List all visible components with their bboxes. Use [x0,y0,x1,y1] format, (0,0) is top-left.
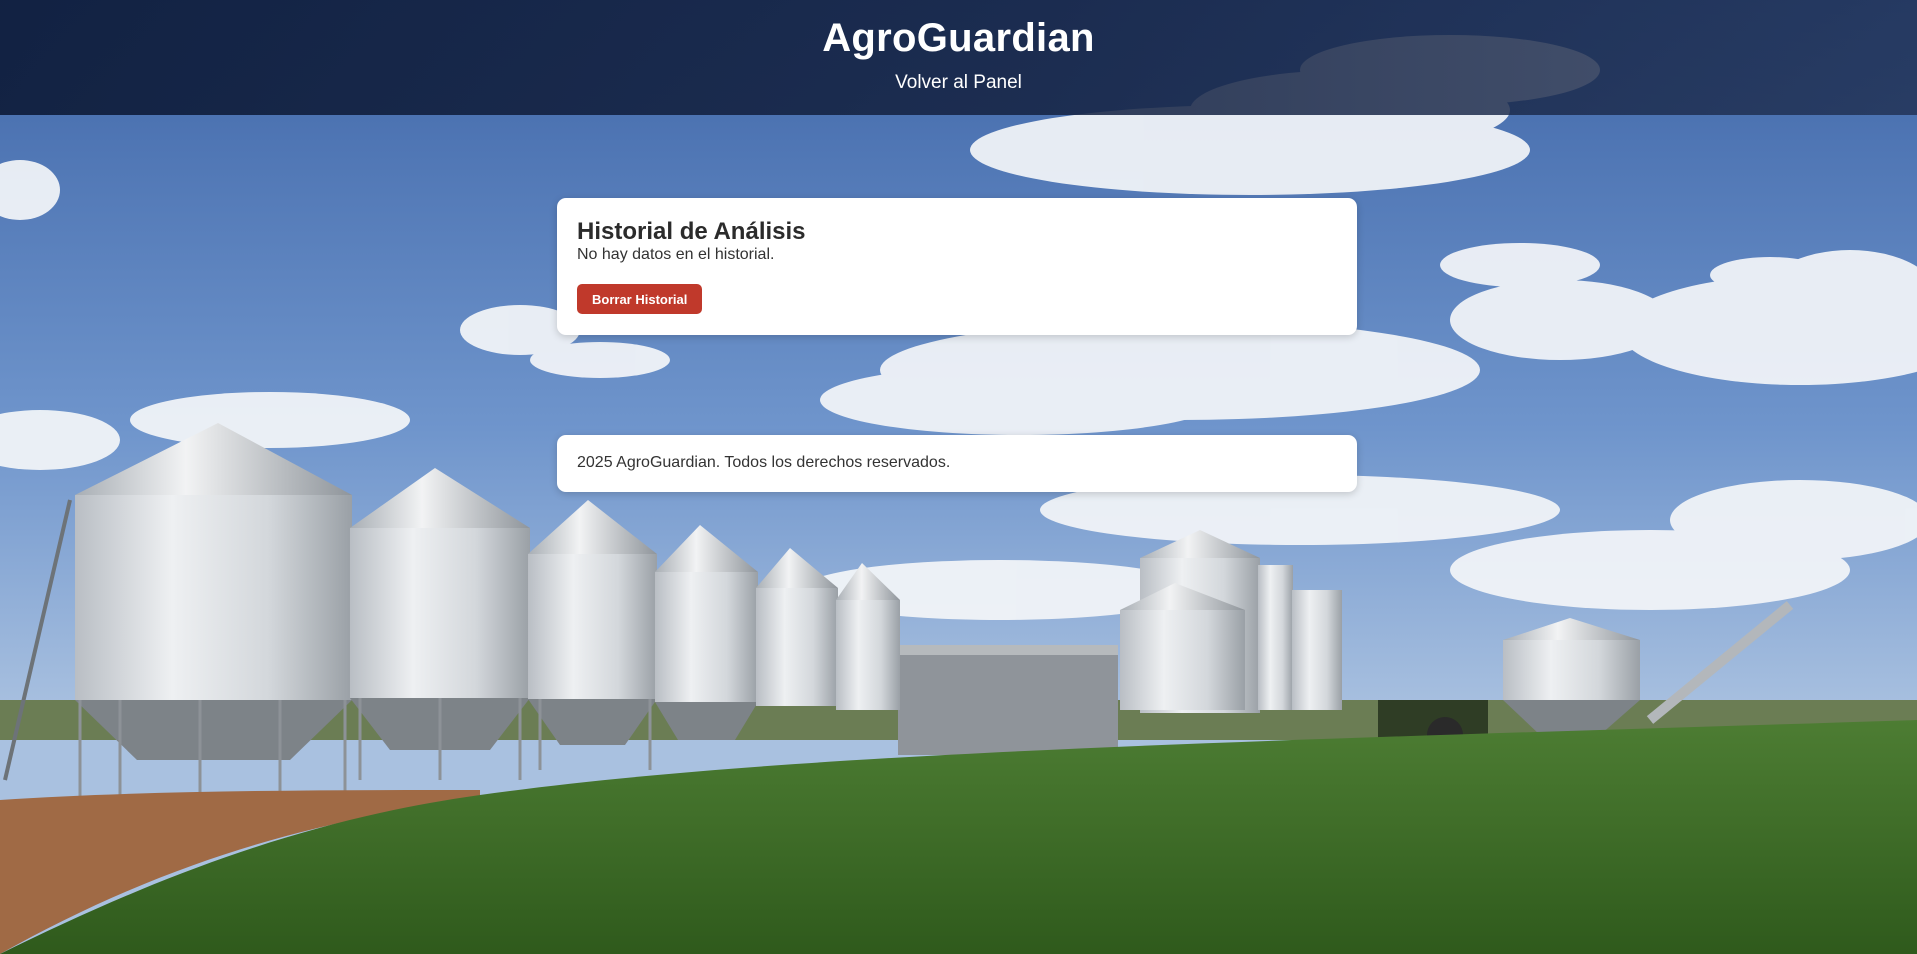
clear-history-button[interactable]: Borrar Historial [577,284,703,314]
history-card: Historial de Análisis No hay datos en el… [557,198,1357,335]
back-to-dashboard-link[interactable]: Volver al Panel [0,72,1917,94]
footer: 2025 AgroGuardian. Todos los derechos re… [557,435,1357,492]
header: AgroGuardian Volver al Panel [0,0,1917,115]
history-empty-message: No hay datos en el historial. [577,246,775,263]
app-title: AgroGuardian [822,16,1095,60]
back-to-dashboard-label[interactable]: Volver al Panel [895,72,1022,93]
history-title: Historial de Análisis [577,218,806,245]
footer-copyright: 2025 AgroGuardian. Todos los derechos re… [577,454,951,471]
page: AgroGuardian Volver al Panel Historial d… [0,0,1917,954]
